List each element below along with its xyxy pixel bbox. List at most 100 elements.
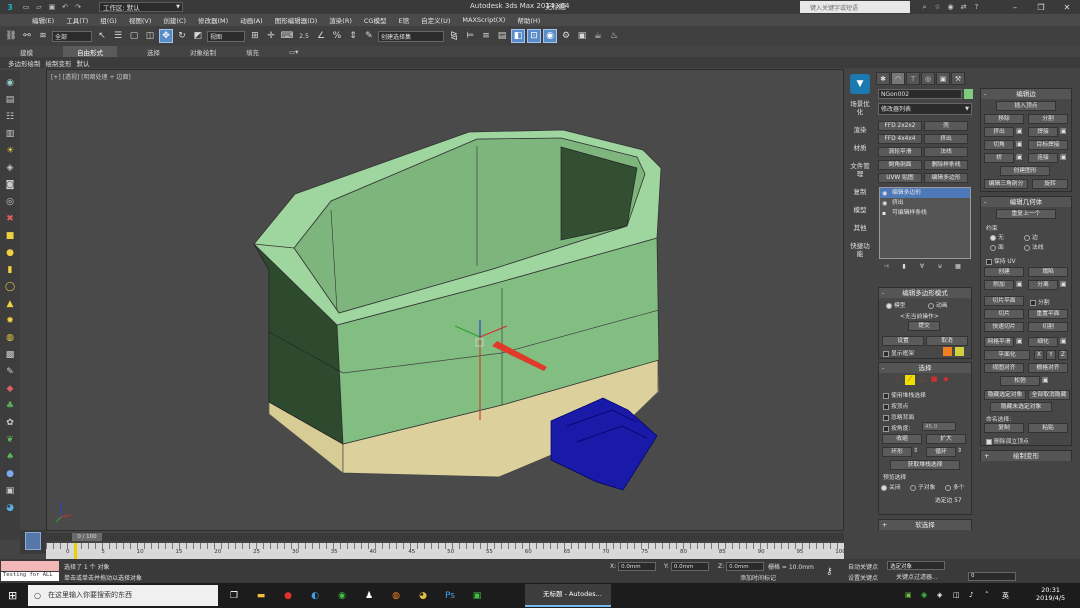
settings-box-icon[interactable]: ▣ [1016, 153, 1023, 161]
maxscript-input[interactable]: Testing for ALL [1, 572, 59, 581]
tree-icon[interactable]: ♣ [3, 399, 17, 413]
settings-box-icon[interactable]: ▣ [1016, 280, 1023, 288]
object-color-swatch[interactable] [964, 89, 973, 99]
named-selection-dropdown[interactable]: 创建选择集 [378, 30, 444, 42]
eye-icon[interactable]: ◉ [3, 76, 17, 90]
configure-sets-icon[interactable]: ▦ [951, 263, 965, 273]
manipulate-icon[interactable]: ✛ [264, 29, 278, 43]
pencil-icon[interactable]: ✎ [3, 365, 17, 379]
chevron-up-icon[interactable]: ˄ [985, 591, 997, 599]
connect-button[interactable]: 连接 [1028, 153, 1058, 163]
menu-tools[interactable]: 工具(T) [66, 15, 88, 25]
open-icon[interactable]: ▱ [33, 2, 45, 12]
menu-views[interactable]: 视图(V) [129, 15, 152, 25]
constraint-none-radio[interactable]: 无 [990, 232, 1004, 241]
menu-e-library[interactable]: E馆 [398, 15, 409, 25]
bridge-button[interactable]: 桥 [984, 153, 1014, 163]
mod-uvw-button[interactable]: UVW 贴图 [878, 173, 922, 183]
preview-subobj-radio[interactable]: 子对象 [910, 482, 935, 491]
sphere-icon[interactable]: ● [3, 246, 17, 260]
paste-button[interactable]: 粘贴 [1028, 423, 1068, 433]
get-stack-sel-button[interactable]: 获取堆栈选择 [890, 460, 960, 470]
show-end-result-icon[interactable]: ▮ [897, 263, 911, 273]
cylinder-icon[interactable]: ▮ [3, 263, 17, 277]
polygon-icon[interactable]: ■ [929, 375, 939, 385]
new-icon[interactable]: ▭ [20, 2, 32, 12]
grid-align-button[interactable]: 栅格对齐 [1028, 363, 1068, 373]
side-tab-copy[interactable]: 复制 [850, 188, 870, 196]
poly-draw-label[interactable]: 多边形绘制 [8, 58, 41, 68]
mod-normal-button[interactable]: 法线 [924, 147, 968, 157]
window-crossing-icon[interactable]: ◫ [143, 29, 157, 43]
graphite-icon[interactable]: ▤ [495, 29, 509, 43]
bind-spacewarp-icon[interactable]: ≋ [36, 29, 50, 43]
border-icon[interactable]: ◡ [917, 375, 927, 385]
stack-item-edit-spline[interactable]: ▪ 可编辑样条线 [880, 208, 970, 218]
key-filters-button[interactable]: 关键点过滤器... [896, 572, 938, 581]
ref-coord-dropdown[interactable]: 视图 [207, 30, 245, 42]
schematic-view-icon[interactable]: ⊡ [527, 29, 541, 43]
geosphere-icon[interactable]: ◍ [3, 331, 17, 345]
browser-icon[interactable]: ◐ [305, 587, 325, 604]
tessellate-button[interactable]: 细化 [1028, 337, 1058, 347]
hatch-icon[interactable]: ▩ [3, 348, 17, 362]
menu-group[interactable]: 组(G) [100, 15, 117, 25]
rollout-title[interactable]: - 编辑边 [981, 89, 1071, 99]
leaf-icon[interactable]: ❦ [3, 433, 17, 447]
viewport-scene[interactable] [47, 70, 845, 532]
select-rotate-icon[interactable]: ↻ [175, 29, 189, 43]
menu-cg-model[interactable]: CG模型 [364, 15, 387, 25]
turn-button[interactable]: 旋转 [1032, 179, 1068, 189]
meshsmooth-button[interactable]: 网格平滑 [984, 337, 1014, 347]
mini-curve-button[interactable] [25, 532, 41, 550]
reset-plane-button[interactable]: 重置平面 [1028, 309, 1068, 319]
menu-rendering[interactable]: 渲染(R) [329, 15, 352, 25]
ribbon-tab-freeform[interactable]: 自由形式 [63, 45, 117, 58]
create-button[interactable]: 创建 [984, 267, 1024, 277]
mod-edit-poly-button[interactable]: 编辑多边形 [924, 173, 968, 183]
keep-uv-checkbox[interactable]: 保持 UV [986, 256, 1016, 265]
angle-field[interactable]: 45.0 [922, 422, 956, 431]
quickslice-button[interactable]: 快速切片 [984, 322, 1024, 332]
sphere-blue-icon[interactable]: ● [3, 467, 17, 481]
redo-icon[interactable]: ↷ [72, 2, 84, 12]
detach-button[interactable]: 分离 [1028, 280, 1058, 290]
view-align-button[interactable]: 视图对齐 [984, 363, 1024, 373]
cage-color-swatch[interactable] [943, 347, 952, 356]
hide-unselected-button[interactable]: 隐藏未选定对象 [990, 402, 1052, 412]
folder-icon[interactable]: ▬ [251, 587, 271, 604]
settings-box-icon[interactable]: ▣ [1016, 337, 1023, 345]
stack-item-extrude[interactable]: ◉ 挤出 [880, 198, 970, 208]
windows-start-icon[interactable]: ⊞ [8, 589, 17, 602]
star-icon[interactable]: ☆ [931, 1, 944, 13]
menu-customize[interactable]: 自定义(U) [421, 15, 450, 25]
select-object-icon[interactable]: ↖ [95, 29, 109, 43]
mod-delete-spline-button[interactable]: 删除样条线 [924, 160, 968, 170]
vertex-icon[interactable]: ∴ [893, 375, 903, 385]
by-vertex-checkbox[interactable]: 按顶点 [883, 401, 908, 410]
auto-key-button[interactable]: 自动关键点 [848, 562, 878, 571]
qq-icon[interactable]: ♟ [359, 587, 379, 604]
angle-snap-icon[interactable]: ∠ [314, 29, 328, 43]
delete-icon[interactable]: ✖ [3, 212, 17, 226]
side-tab-quick[interactable]: 快捷功能 [850, 242, 870, 258]
edge-icon[interactable]: ⁄ [905, 375, 915, 385]
rollout-title[interactable]: - 选择 [879, 363, 971, 373]
selection-filter-dropdown[interactable]: 全部 [52, 30, 92, 42]
side-tab-render[interactable]: 渲染 [850, 126, 870, 134]
remove-button[interactable]: 移除 [984, 114, 1024, 124]
preview-multi-radio[interactable]: 多个 [945, 482, 965, 491]
palette-icon[interactable]: ◕ [3, 501, 17, 515]
copy-button[interactable]: 复制 [984, 423, 1024, 433]
ignore-backfacing-checkbox[interactable]: 忽略背面 [883, 412, 914, 421]
cancel-button[interactable]: 取消 [926, 336, 968, 346]
percent-snap-icon[interactable]: % [330, 29, 344, 43]
ribbon-tab-populate[interactable]: 填充 [246, 47, 259, 57]
mod-ffd2-button[interactable]: FFD 2x2x2 [878, 121, 922, 131]
ring-spinner-icon[interactable]: ⇕ [913, 447, 918, 454]
grow-button[interactable]: 扩大 [926, 434, 966, 444]
task-view-icon[interactable]: ❐ [224, 587, 244, 604]
modify-tab-icon[interactable]: ◠ [891, 72, 905, 85]
select-by-name-icon[interactable]: ☰ [111, 29, 125, 43]
render-shot-icon[interactable]: ▣ [3, 484, 17, 498]
